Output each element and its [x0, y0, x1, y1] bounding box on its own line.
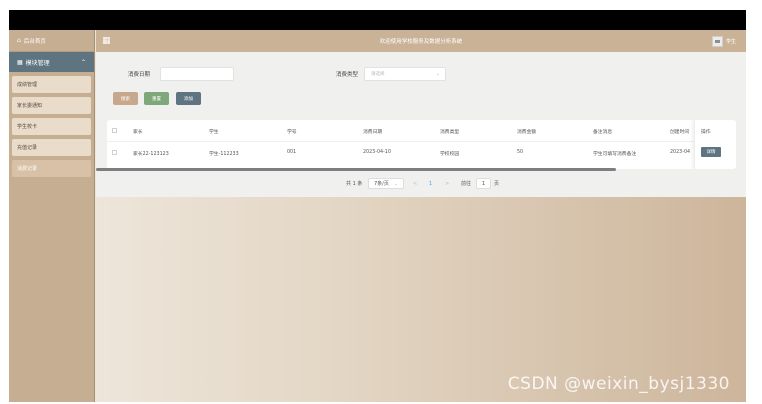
operation-column: 操作 详情 [694, 120, 736, 169]
grid-icon: ▦ [17, 58, 23, 66]
cell-note: 学生可填写消费备注 [593, 152, 637, 157]
page: ⌂ 后台首页 ▦ 模块管理 ⌃ 成绩管理 家长委通知 学生校卡 充值记录 消费记… [0, 0, 762, 404]
sidebar-item-home[interactable]: ⌂ 后台首页 [9, 30, 94, 52]
page-size-select[interactable]: 7条/页 ⌄ [368, 178, 405, 189]
chevron-up-icon: ⌃ [80, 58, 86, 66]
goto-input[interactable]: 1 [476, 178, 492, 189]
top-header: ▦ 欢迎使用学校服务及数据分析系统 学生 [96, 30, 746, 52]
goto-label: 前往 [461, 181, 472, 187]
cell-student-no: 001 [287, 150, 297, 155]
chevron-down-icon: ⌄ [435, 71, 440, 77]
col-student: 学生 [209, 130, 219, 135]
sidebar: ⌂ 后台首页 ▦ 模块管理 ⌃ 成绩管理 家长委通知 学生校卡 充值记录 消费记… [9, 30, 95, 402]
col-parent: 家长 [133, 130, 143, 135]
app-window: ⌂ 后台首页 ▦ 模块管理 ⌃ 成绩管理 家长委通知 学生校卡 充值记录 消费记… [9, 30, 746, 402]
sidebar-item-card[interactable]: 学生校卡 [12, 118, 91, 135]
cell-student: 学生-112233 [209, 152, 239, 157]
sidebar-item-recharge[interactable]: 充值记录 [12, 139, 91, 156]
col-student-no: 学号 [287, 130, 297, 135]
cell-created: 2023-04 [670, 150, 691, 155]
pagination: 共 1 条 7条/页 ⌄ < 1 > 前往 1 页 [96, 178, 746, 190]
col-note: 备注消息 [593, 130, 613, 135]
cell-parent: 家长22-123123 [133, 152, 169, 157]
sidebar-item-label: 家长委通知 [17, 103, 43, 109]
row-checkbox[interactable] [112, 150, 117, 155]
user-menu[interactable]: 学生 [711, 35, 736, 47]
select-all-checkbox[interactable] [112, 128, 117, 133]
col-date: 消费日期 [363, 130, 383, 135]
search-button[interactable]: 搜索 [113, 92, 138, 105]
col-created: 创建时间 [670, 130, 690, 135]
table-header-row: 家长 学生 学号 消费日期 消费类型 消费金额 备注消息 创建时间 [107, 120, 736, 142]
current-page[interactable]: 1 [429, 178, 432, 189]
date-input[interactable] [160, 67, 234, 81]
cell-type: 学校校园 [440, 152, 460, 157]
sidebar-item-consumption[interactable]: 消费记录 [12, 160, 91, 177]
next-page-button[interactable]: > [445, 178, 449, 189]
sidebar-group-modules[interactable]: ▦ 模块管理 ⌃ [9, 52, 94, 72]
browser-top-bar [9, 10, 746, 30]
date-label: 消费日期 [128, 72, 151, 78]
main-content: 消费日期 消费类型 请选择 ⌄ 搜索 重置 添加 家长 学生 学号 消费日期 消… [96, 52, 746, 197]
sidebar-item-label: 充值记录 [17, 145, 38, 151]
cell-amount: 50 [517, 150, 524, 155]
prev-page-button[interactable]: < [413, 178, 417, 189]
page-size-value: 7条/页 [374, 181, 389, 187]
sidebar-home-label: 后台首页 [23, 38, 46, 45]
col-type: 消费类型 [440, 130, 460, 135]
sidebar-group-label: 模块管理 [25, 59, 50, 67]
detail-button[interactable]: 详情 [701, 147, 721, 157]
sidebar-item-label: 成绩管理 [17, 82, 38, 88]
type-select[interactable]: 请选择 ⌄ [364, 67, 446, 81]
col-action: 操作 [701, 130, 711, 135]
sidebar-item-label: 消费记录 [17, 166, 38, 172]
reset-button[interactable]: 重置 [144, 92, 169, 105]
avatar-icon [711, 35, 723, 47]
pager-total: 共 1 条 [346, 181, 363, 187]
home-icon: ⌂ [17, 37, 21, 44]
sidebar-item-label: 学生校卡 [17, 124, 38, 130]
table-horizontal-scrollbar[interactable] [96, 168, 616, 171]
col-amount: 消费金额 [517, 130, 537, 135]
type-select-placeholder: 请选择 [371, 72, 385, 77]
type-label: 消费类型 [336, 72, 359, 78]
page-title: 欢迎使用学校服务及数据分析系统 [379, 39, 463, 45]
data-table: 家长 学生 学号 消费日期 消费类型 消费金额 备注消息 创建时间 家长22-1… [107, 120, 736, 169]
chevron-down-icon: ⌄ [393, 180, 399, 187]
add-button[interactable]: 添加 [176, 92, 201, 105]
sidebar-item-grades[interactable]: 成绩管理 [12, 76, 91, 93]
sidebar-item-notice[interactable]: 家长委通知 [12, 97, 91, 114]
page-suffix: 页 [494, 181, 500, 187]
watermark: CSDN @weixin_bysj1330 [507, 374, 730, 394]
user-name: 学生 [725, 38, 736, 45]
cell-date: 2023-04-10 [363, 150, 391, 155]
